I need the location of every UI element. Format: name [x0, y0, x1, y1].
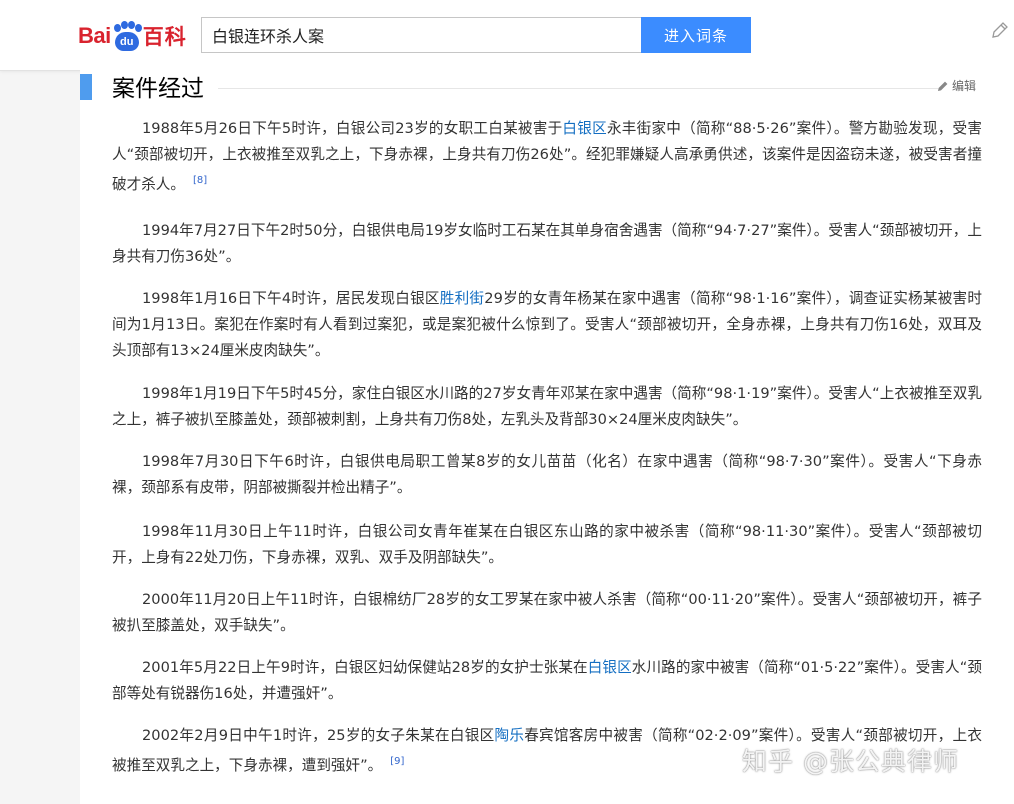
article-content: 案件经过 编辑 1988年5月26日下午5时许，白银公司23岁的女职工白某被害于…	[80, 70, 1014, 804]
section-divider	[218, 88, 938, 89]
paragraph-text: 1988年5月26日下午5时许，白银公司23岁的女职工白某被害于	[142, 120, 563, 137]
citation-ref[interactable]: [8]	[193, 175, 207, 186]
search-input[interactable]	[201, 17, 641, 53]
section-edit-button[interactable]: 编辑	[937, 77, 976, 94]
citation-ref[interactable]: [9]	[390, 756, 404, 767]
inline-link[interactable]: 陶乐	[494, 727, 524, 744]
inline-link[interactable]: 白银区	[562, 120, 607, 137]
paragraph-text: 1998年11月30日上午11时许，白银公司女青年崔某在白银区东山路的家中被杀害…	[112, 522, 982, 566]
case-paragraph: 1998年1月16日下午4时许，居民发现白银区胜利街29岁的女青年杨某在家中遇害…	[112, 286, 982, 364]
case-paragraph: 1998年7月30日下午6时许，白银供电局职工曾某8岁的女儿苗苗（化名）在家中遇…	[112, 449, 982, 501]
paragraph-text: 2000年11月20日上午11时许，白银棉纺厂28岁的女工罗某在家中被人杀害（简…	[112, 590, 982, 634]
paragraph-text: 1994年7月27日下午2时50分，白银供电局19岁女临时工石某在其单身宿舍遇害…	[112, 221, 982, 265]
paragraph-text: 2001年5月22日上午9时许，白银区妇幼保健站28岁的女护士张某在	[142, 658, 588, 676]
inline-link[interactable]: 白银区	[588, 659, 632, 676]
enter-entry-button[interactable]: 进入词条	[641, 17, 751, 53]
logo-bai-text: Bai	[78, 23, 111, 48]
inline-link[interactable]: 胜利街	[440, 290, 485, 307]
baidu-baike-logo[interactable]: Bai du 百科	[78, 18, 187, 54]
edit-label: 编辑	[952, 79, 977, 93]
paragraph-text: 1998年1月19日下午5时45分，家住白银区水川路的27岁女青年邓某在家中遇害…	[112, 384, 982, 428]
paw-icon: du	[112, 21, 142, 51]
logo-baike-text: 百科	[142, 26, 187, 49]
section-marker	[80, 74, 92, 100]
case-paragraph: 2000年11月20日上午11时许，白银棉纺厂28岁的女工罗某在家中被人杀害（简…	[112, 587, 982, 639]
case-paragraph: 2001年5月22日上午9时许，白银区妇幼保健站28岁的女护士张某在白银区水川路…	[112, 655, 982, 707]
pencil-icon[interactable]	[990, 20, 1010, 40]
paragraph-text: 1998年7月30日下午6时许，白银供电局职工曾某8岁的女儿苗苗（化名）在家中遇…	[112, 452, 982, 496]
case-paragraph: 1988年5月26日下午5时许，白银公司23岁的女职工白某被害于白银区永丰街家中…	[112, 116, 982, 198]
paragraph-text: 2002年2月9日中午1时许，25岁的女子朱某在白银区	[142, 726, 495, 744]
header-bar: Bai du 百科 进入词条	[0, 0, 1014, 71]
case-paragraph: 1998年11月30日上午11时许，白银公司女青年崔某在白银区东山路的家中被杀害…	[112, 519, 982, 571]
paragraph-text: 1998年1月16日下午4时许，居民发现白银区	[142, 289, 440, 307]
logo-du-text: du	[114, 32, 139, 51]
section-title: 案件经过	[112, 76, 204, 102]
case-paragraph: 1994年7月27日下午2时50分，白银供电局19岁女临时工石某在其单身宿舍遇害…	[112, 218, 982, 270]
edit-pencil-icon	[938, 81, 948, 91]
case-paragraphs: 1988年5月26日下午5时许，白银公司23岁的女职工白某被害于白银区永丰街家中…	[112, 116, 982, 779]
case-paragraph: 1998年1月19日下午5时45分，家住白银区水川路的27岁女青年邓某在家中遇害…	[112, 381, 982, 433]
zhihu-watermark: 知乎 @张公典律师	[742, 747, 959, 776]
